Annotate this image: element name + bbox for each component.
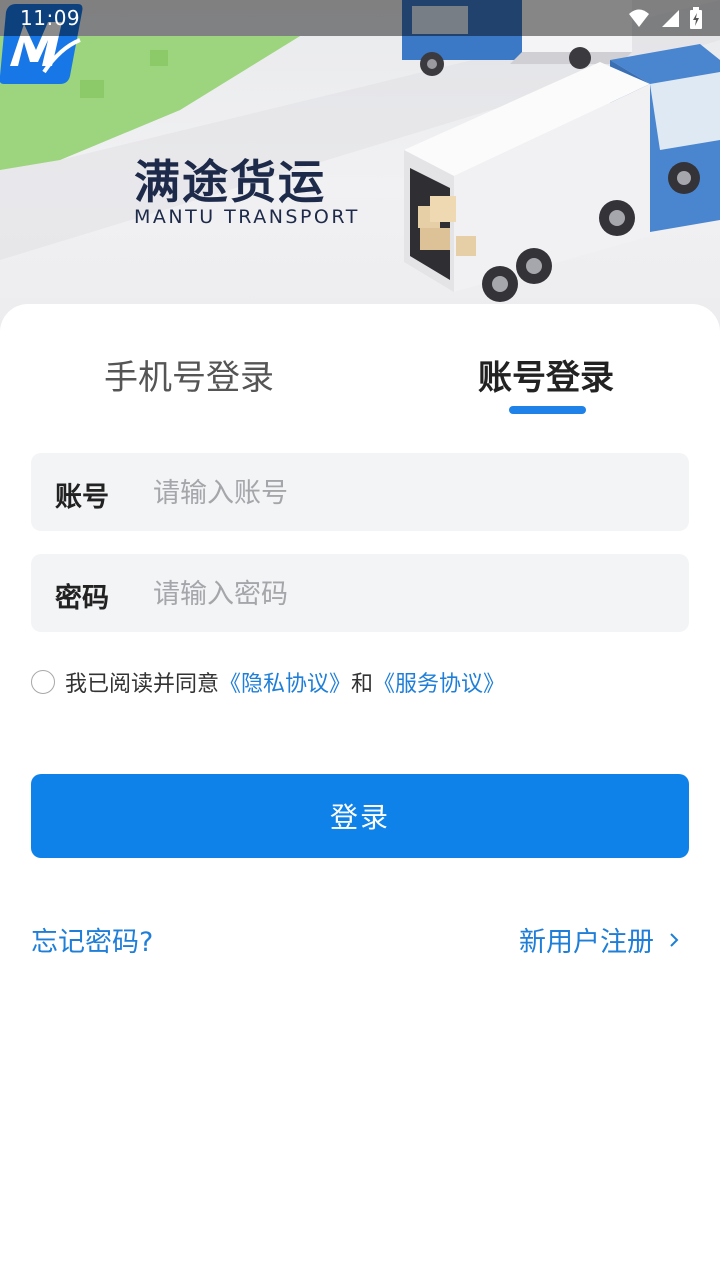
delivery-trucks-illustration bbox=[0, 0, 720, 302]
brand-name-en: MANTU TRANSPORT bbox=[134, 206, 360, 228]
chevron-right-icon bbox=[670, 932, 679, 947]
password-input[interactable] bbox=[151, 568, 675, 620]
brand-name-cn: 满途货运 bbox=[134, 155, 326, 209]
agreement-conjunction: 和 bbox=[351, 672, 374, 697]
tab-account-login[interactable]: 账号登录 bbox=[478, 350, 614, 399]
account-label: 账号 bbox=[55, 482, 109, 513]
forgot-password-link[interactable]: 忘记密码? bbox=[31, 920, 153, 959]
password-label: 密码 bbox=[55, 583, 109, 614]
register-link[interactable]: 新用户注册 bbox=[519, 920, 680, 959]
password-field[interactable]: 密码 bbox=[31, 554, 689, 632]
agreement-prefix: 我已阅读并同意 bbox=[65, 672, 220, 697]
status-bar: 11:09 bbox=[0, 0, 720, 36]
signal-icon bbox=[662, 10, 679, 27]
account-input[interactable] bbox=[151, 467, 675, 519]
service-agreement-link[interactable]: 《服务协议》 bbox=[373, 666, 505, 698]
agreement-checkbox[interactable] bbox=[31, 670, 55, 694]
tab-phone-login[interactable]: 手机号登录 bbox=[104, 350, 274, 399]
battery-charging-icon bbox=[690, 7, 702, 29]
privacy-policy-link[interactable]: 《隐私协议》 bbox=[219, 666, 351, 698]
wifi-icon bbox=[629, 9, 649, 27]
register-label: 新用户注册 bbox=[519, 927, 654, 958]
header-illustration: 满途货运 MANTU TRANSPORT bbox=[0, 0, 720, 340]
tab-selected-indicator bbox=[509, 406, 586, 414]
agreement-row: 我已阅读并同意 《隐私协议》 和 《服务协议》 bbox=[31, 665, 505, 699]
login-button[interactable]: 登录 bbox=[31, 774, 689, 858]
account-field[interactable]: 账号 bbox=[31, 453, 689, 531]
status-time: 11:09 bbox=[20, 6, 81, 30]
